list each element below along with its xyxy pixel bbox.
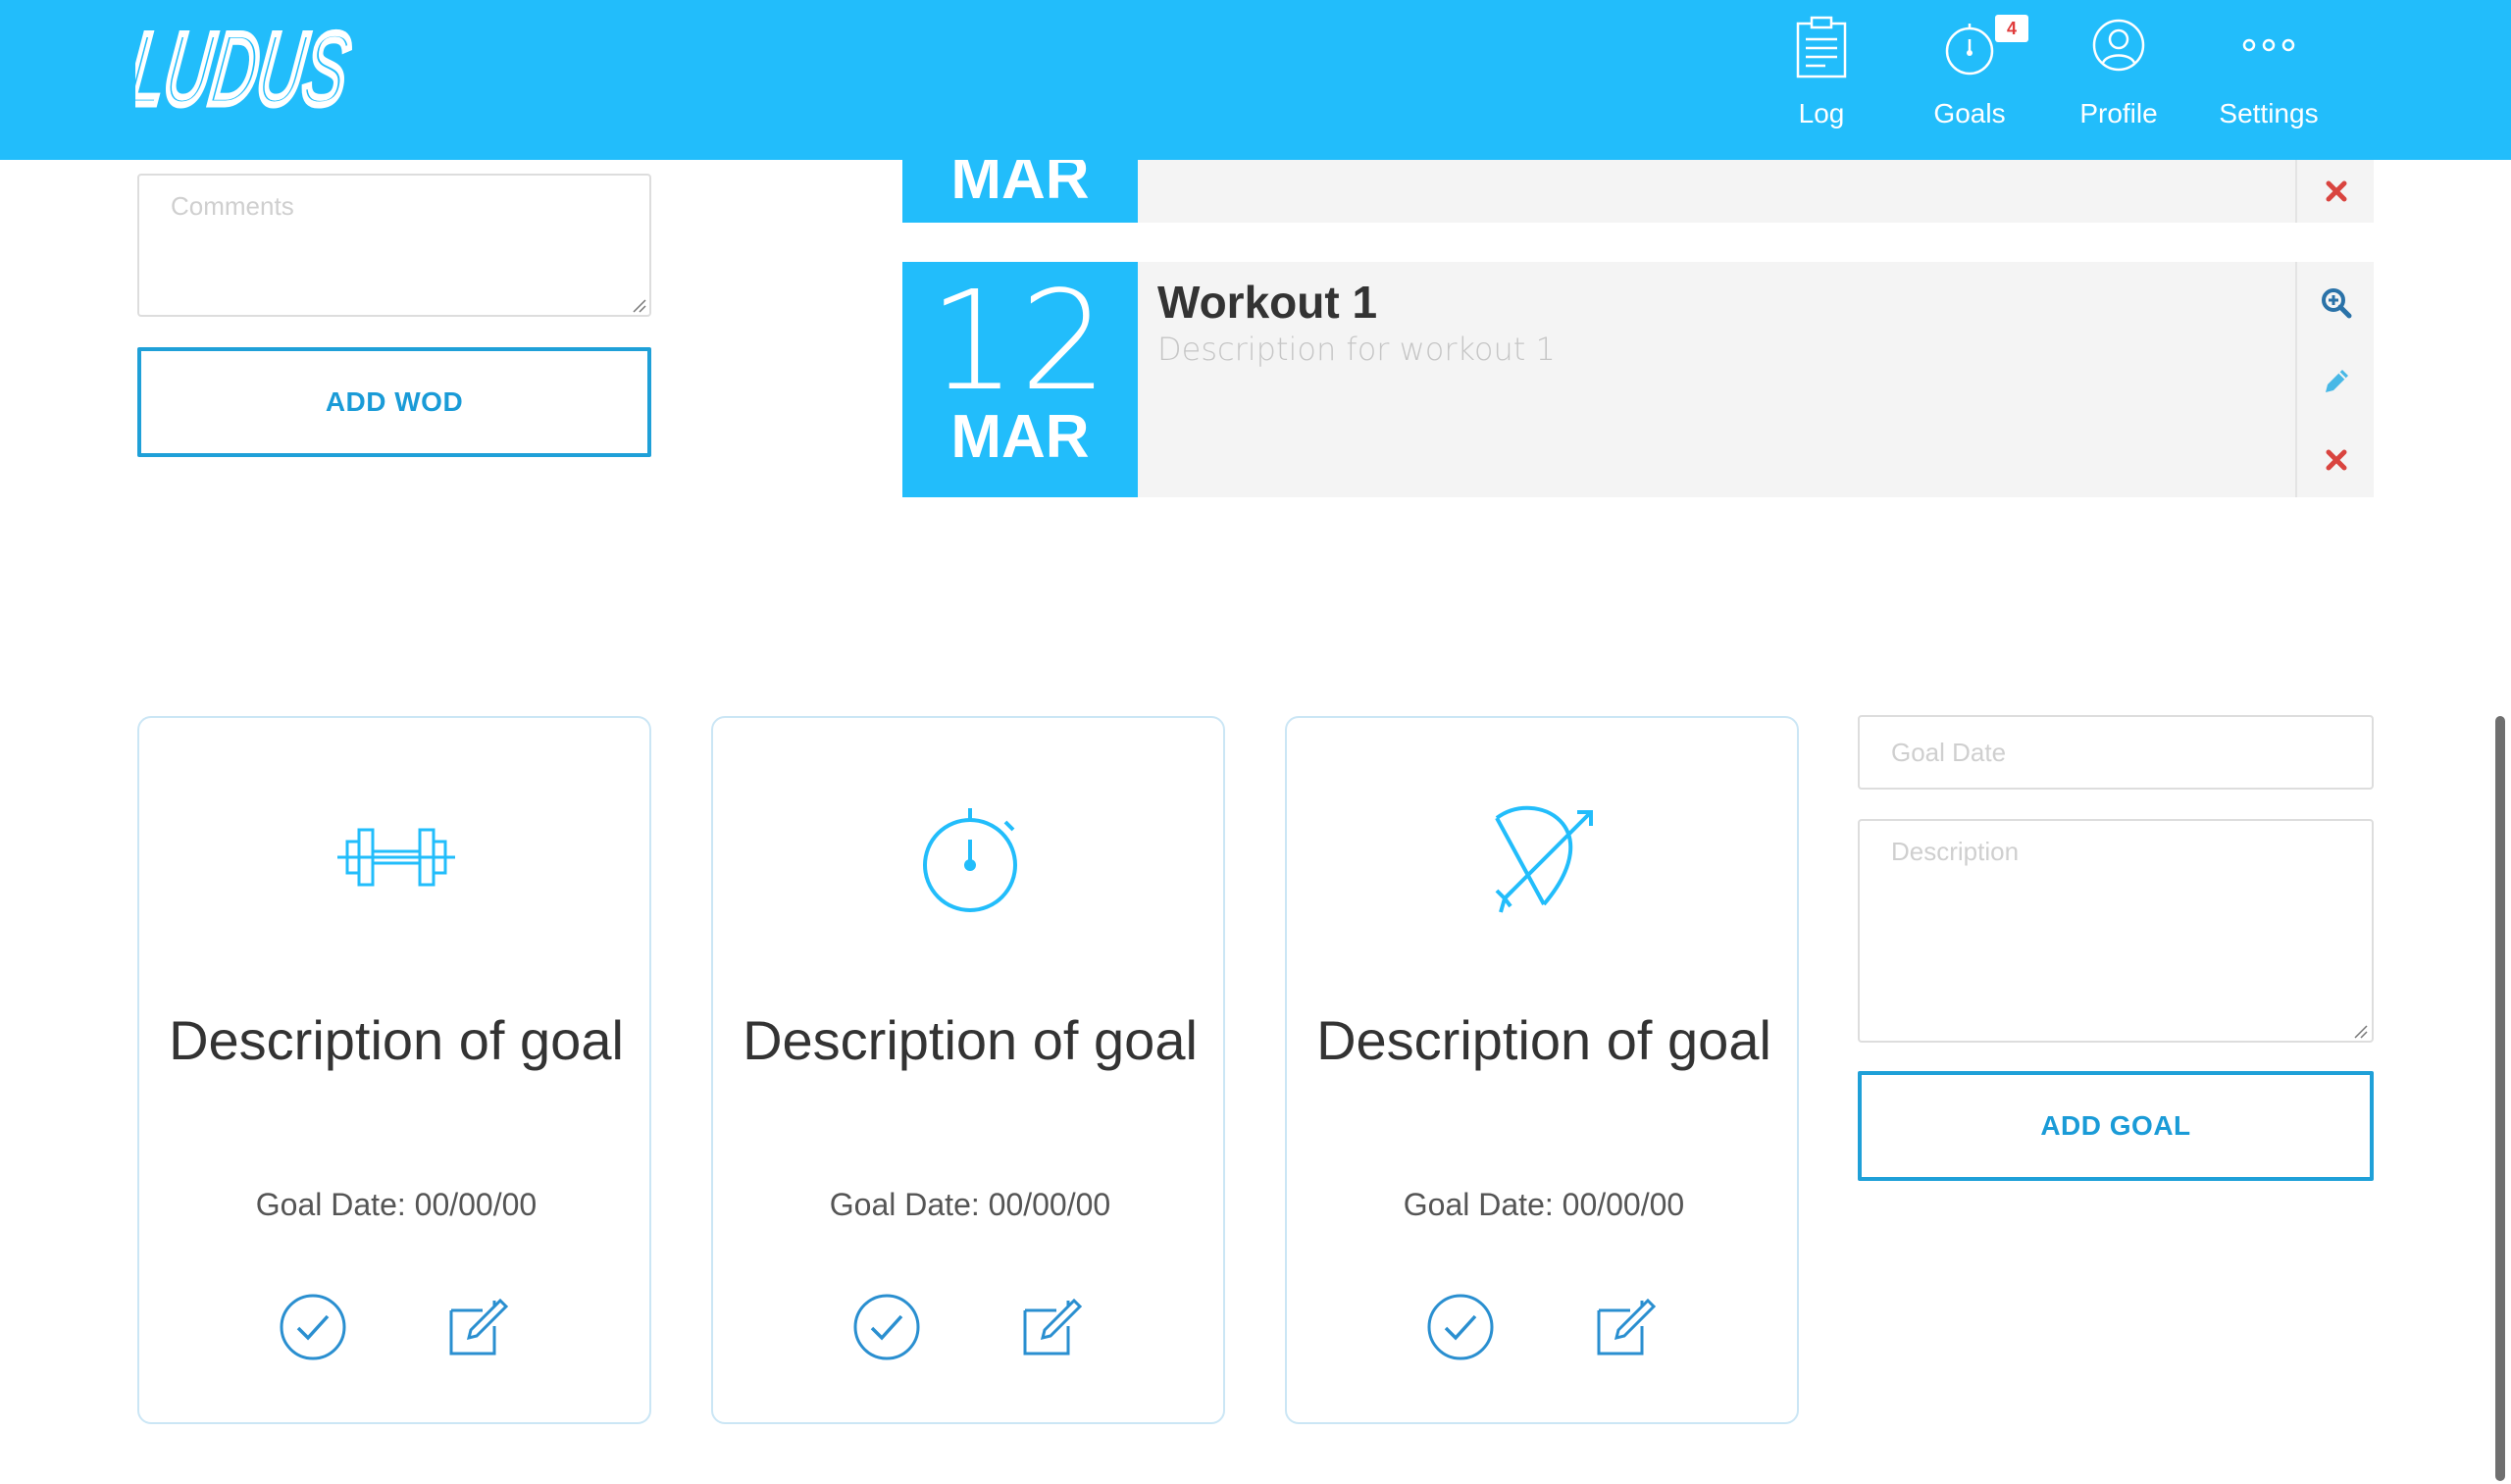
resize-grip-icon[interactable] [2352, 1023, 2368, 1039]
check-circle-icon[interactable] [279, 1293, 347, 1361]
edit-square-icon[interactable] [443, 1293, 512, 1361]
goal-card: Description of goal Goal Date: 00/00/00 [1285, 716, 1799, 1424]
check-circle-icon[interactable] [1426, 1293, 1495, 1361]
workout-date-block: 12 MAR [902, 262, 1138, 497]
workout-card: MAR [902, 160, 2374, 223]
nav-settings[interactable]: Settings [2195, 0, 2342, 160]
edit-square-icon[interactable] [1591, 1293, 1660, 1361]
workout-date-block: MAR [902, 160, 1138, 223]
nav-goals[interactable]: 4 Goals [1896, 0, 2043, 160]
goal-date: Goal Date: 00/00/00 [1403, 1187, 1685, 1222]
goal-date-field[interactable] [1858, 715, 2374, 790]
workout-actions [2295, 262, 2374, 497]
goal-card: Description of goal Goal Date: 00/00/00 [711, 716, 1225, 1424]
workout-title[interactable]: Workout 1 [1157, 276, 1377, 329]
nav-log[interactable]: Log [1748, 0, 1895, 160]
goal-card: Description of goal Goal Date: 00/00/00 [137, 716, 651, 1424]
delete-icon[interactable] [2319, 442, 2354, 478]
delete-icon[interactable] [2319, 174, 2354, 209]
check-circle-icon[interactable] [852, 1293, 921, 1361]
nav-goals-label: Goals [1933, 98, 2006, 128]
workout-card: 12 MAR Workout 1 Description for workout… [902, 262, 2374, 497]
comments-field[interactable] [137, 174, 651, 317]
resize-grip-icon[interactable] [631, 297, 646, 313]
zoom-in-icon[interactable] [2319, 285, 2354, 321]
add-wod-button[interactable]: ADD WOD [137, 347, 651, 457]
nav-log-label: Log [1798, 98, 1845, 128]
goal-description: Description of goal [743, 1009, 1198, 1071]
goal-description-field[interactable] [1858, 819, 2374, 1043]
goal-description: Description of goal [1316, 1009, 1771, 1071]
workout-day: 12 [928, 262, 1112, 422]
goal-description: Description of goal [169, 1009, 624, 1071]
nav-profile[interactable]: Profile [2045, 0, 2192, 160]
more-dots-icon [2242, 38, 2295, 52]
workout-month: MAR [950, 160, 1090, 212]
clipboard-icon [1796, 16, 1847, 78]
edit-square-icon[interactable] [1017, 1293, 1086, 1361]
svg-text:LUDUS: LUDUS [135, 16, 355, 114]
user-circle-icon [2092, 19, 2145, 72]
goals-count-badge: 4 [1995, 15, 2028, 42]
scrollbar-thumb[interactable] [2495, 716, 2505, 1481]
goal-date: Goal Date: 00/00/00 [829, 1187, 1111, 1222]
dumbbell-icon [337, 828, 455, 887]
workout-description: Description for workout 1 [1157, 331, 1556, 368]
goal-date: Goal Date: 00/00/00 [255, 1187, 538, 1222]
workout-actions [2295, 160, 2374, 223]
ludus-logo[interactable]: LUDUS [135, 16, 361, 114]
edit-pencil-icon[interactable] [2319, 364, 2354, 399]
top-navbar: LUDUS Log 4 Goals Profile Settings [0, 0, 2511, 160]
stopwatch-icon [1945, 24, 1994, 76]
add-goal-button[interactable]: ADD GOAL [1858, 1071, 2374, 1181]
workout-month: MAR [950, 403, 1090, 471]
bow-arrow-icon [1495, 805, 1593, 913]
nav-profile-label: Profile [2079, 98, 2158, 128]
nav-settings-label: Settings [2219, 98, 2319, 128]
stopwatch-icon [923, 808, 1017, 912]
